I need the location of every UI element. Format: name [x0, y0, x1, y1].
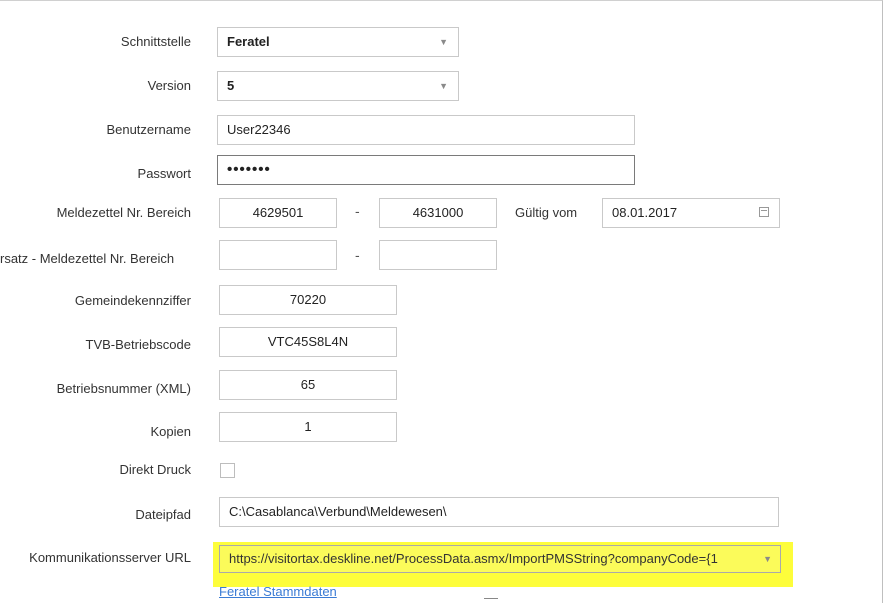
- calendar-icon[interactable]: [759, 207, 769, 217]
- schnittstelle-value: Feratel: [227, 34, 270, 49]
- ersatz-separator: -: [355, 247, 360, 263]
- meldezettel-separator: -: [355, 203, 360, 219]
- ersatz-to-input[interactable]: [379, 240, 497, 270]
- kommunikationsserver-label: Kommunikationsserver URL: [29, 550, 191, 565]
- kommunikationsserver-select[interactable]: https://visitortax.deskline.net/ProcessD…: [219, 545, 781, 573]
- gueltig-value: 08.01.2017: [612, 205, 678, 220]
- version-value: 5: [227, 78, 235, 93]
- meldezettel-label: Meldezettel Nr. Bereich: [56, 205, 191, 220]
- version-label: Version: [147, 78, 191, 93]
- ersatz-label: rsatz - Meldezettel Nr. Bereich: [0, 251, 175, 266]
- gemeindekennziffer-label: Gemeindekennziffer: [74, 293, 191, 308]
- chevron-down-icon: ▼: [763, 554, 772, 564]
- kopien-input[interactable]: 1: [219, 412, 397, 442]
- schnittstelle-label: Schnittstelle: [120, 34, 191, 49]
- dateipfad-input[interactable]: C:\Casablanca\Verbund\Meldewesen\: [219, 497, 779, 527]
- tvb-label: TVB-Betriebscode: [85, 337, 192, 352]
- direktdruck-label: Direkt Druck: [119, 462, 191, 477]
- tvb-input[interactable]: VTC45S8L4N: [219, 327, 397, 357]
- feratel-stammdaten-link[interactable]: Feratel Stammdaten: [219, 584, 337, 599]
- passwort-label: Passwort: [137, 166, 191, 181]
- schnittstelle-select[interactable]: Feratel ▼: [217, 27, 459, 57]
- version-select[interactable]: 5 ▼: [217, 71, 459, 101]
- betriebsnummer-label: Betriebsnummer (XML): [56, 381, 191, 396]
- benutzername-label: Benutzername: [106, 122, 191, 137]
- gemeindekennziffer-input[interactable]: 70220: [219, 285, 397, 315]
- benutzername-input[interactable]: User22346: [217, 115, 635, 145]
- direktdruck-checkbox[interactable]: [220, 463, 235, 478]
- gueltig-date-input[interactable]: 08.01.2017: [602, 198, 780, 228]
- ersatz-from-input[interactable]: [219, 240, 337, 270]
- passwort-input[interactable]: •••••••: [217, 155, 635, 185]
- meldezettel-to-input[interactable]: 4631000: [379, 198, 497, 228]
- meldezettel-from-input[interactable]: 4629501: [219, 198, 337, 228]
- chevron-down-icon: ▼: [439, 81, 448, 91]
- betriebsnummer-input[interactable]: 65: [219, 370, 397, 400]
- chevron-down-icon: ▼: [439, 37, 448, 47]
- scroll-indicator[interactable]: [484, 598, 498, 605]
- dateipfad-label: Dateipfad: [135, 507, 191, 522]
- settings-panel: Schnittstelle Feratel ▼ Version 5 ▼ Benu…: [0, 0, 883, 603]
- gueltig-label: Gültig vom: [515, 205, 578, 220]
- kommunikationsserver-value: https://visitortax.deskline.net/ProcessD…: [229, 551, 718, 566]
- kopien-label: Kopien: [150, 424, 191, 439]
